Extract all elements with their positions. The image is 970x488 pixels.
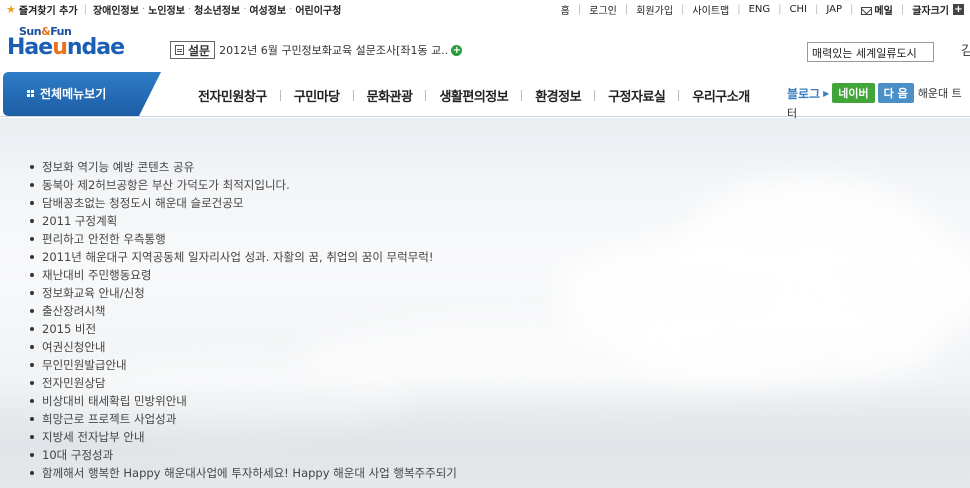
site-logo[interactable]: Sun&Fun Haeundae [7,25,125,65]
list-item[interactable]: 담배꽁초없는 청정도시 해운대 슬로건공모 [30,194,457,212]
link-youth-info[interactable]: 청소년정보 [194,2,240,17]
chinese-link[interactable]: CHI [790,4,807,15]
sitemap-link[interactable]: 사이트맵 [692,2,729,17]
menu-culture-tour[interactable]: 문화관광 [354,86,426,105]
blog-label: 블로그 [787,86,821,101]
naver-button[interactable]: 네이버 [832,83,875,103]
mail-link[interactable]: 메일 [861,2,893,17]
blog-title-wrap: 터 [787,107,798,120]
content-link-list: 정보화 역기능 예방 콘텐츠 공유 동북아 제2허브공항은 부산 가덕도가 최적… [30,158,457,482]
mail-icon [861,7,873,15]
list-item[interactable]: 전자민원상담 [30,374,457,392]
list-item[interactable]: 여권신청안내 [30,338,457,356]
blog-title[interactable]: 해운대 트 [918,85,962,101]
bullet-icon [30,327,34,331]
bullet-icon [30,201,34,205]
japanese-link[interactable]: JAP [826,4,842,15]
list-item[interactable]: 희망근로 프로젝트 사업성과 [30,410,457,428]
bullet-icon [30,219,34,223]
list-item[interactable]: 정보화교육 안내/신청 [30,284,457,302]
bullet-icon [30,183,34,187]
home-link[interactable]: 홈 [561,2,570,17]
menu-living-info[interactable]: 생활편의정보 [426,86,521,105]
menu-about[interactable]: 우리구소개 [679,86,762,105]
list-item[interactable]: 출산장려시책 [30,302,457,320]
list-item[interactable]: 지방세 전자납부 안내 [30,428,457,446]
list-item[interactable]: 2011 구정계획 [30,212,457,230]
link-women-info[interactable]: 여성정보 [249,2,286,17]
document-icon [175,45,184,55]
login-link[interactable]: 로그인 [589,2,617,17]
list-item[interactable]: 재난대비 주민행동요령 [30,266,457,284]
arrow-right-icon: ▶ [823,88,830,98]
bullet-icon [30,345,34,349]
main-nav: 전체메뉴보기 전자민원창구 구민마당 문화관광 생활편의정보 환경정보 구정자료… [0,72,970,117]
menu-civil-service[interactable]: 전자민원창구 [185,86,280,105]
menu-environment[interactable]: 환경정보 [522,86,594,105]
bullet-icon [30,237,34,241]
bookmark-link[interactable]: 즐겨찾기 추가 [19,2,78,17]
menu-residents[interactable]: 구민마당 [281,86,353,105]
list-item[interactable]: 2011년 해운대구 지역공동체 일자리사업 성과. 자활의 꿈, 취업의 꿈이… [30,248,457,266]
survey-tag: 설문 [170,41,216,59]
slogan-cut-text: 김 [961,44,970,59]
blog-links: 블로그 ▶ 네이버 다 음 해운대 트 [787,83,962,103]
list-item[interactable]: 편리하고 안전한 우측통행 [30,230,457,248]
more-plus-icon[interactable]: + [451,44,463,56]
slogan-box: 매력있는 세계일류도시 [807,42,934,62]
survey-link[interactable]: 2012년 6월 구민정보화교육 설문조사[좌1동 교.. [219,42,448,58]
font-size-control: 글자크기 [912,6,949,17]
all-menu-button[interactable]: 전체메뉴보기 [3,72,161,116]
list-item[interactable]: 무인민원발급안내 [30,356,457,374]
bullet-icon [30,273,34,277]
link-kids-office[interactable]: 어린이구청 [295,2,341,17]
bullet-icon [30,453,34,457]
signup-link[interactable]: 회원가입 [636,2,673,17]
list-item[interactable]: 비상대비 태세확립 민방위안내 [30,392,457,410]
bullet-icon [30,417,34,421]
menu-archive[interactable]: 구정자료실 [595,86,678,105]
list-item[interactable]: 동북아 제2허브공항은 부산 가덕도가 최적지입니다. [30,176,457,194]
list-item[interactable]: 2015 비전 [30,320,457,338]
bullet-icon [30,363,34,367]
list-item[interactable]: 함께해서 행복한 Happy 해운대사업에 투자하세요! Happy 해운대 사… [30,464,457,482]
utility-bar: ★ 즐겨찾기 추가 | 장애인정보 · 노인정보 · 청소년정보 · 여성정보 … [6,2,964,17]
bullet-icon [30,255,34,259]
link-disabled-info[interactable]: 장애인정보 [93,2,139,17]
english-link[interactable]: ENG [749,4,771,15]
font-increase-icon[interactable]: + [953,4,964,15]
bullet-icon [30,165,34,169]
list-item[interactable]: 정보화 역기능 예방 콘텐츠 공유 [30,158,457,176]
survey-ticker: 설문 2012년 6월 구민정보화교육 설문조사[좌1동 교.. + [170,41,463,59]
bullet-icon [30,291,34,295]
link-senior-info[interactable]: 노인정보 [148,2,185,17]
daum-button[interactable]: 다 음 [877,83,914,103]
bullet-icon [30,399,34,403]
grid-menu-icon [27,90,34,97]
menu-list: 전자민원창구 구민마당 문화관광 생활편의정보 환경정보 구정자료실 우리구소개 [185,86,763,105]
star-icon: ★ [6,3,16,16]
bullet-icon [30,309,34,313]
bullet-icon [30,471,34,475]
bullet-icon [30,435,34,439]
list-item[interactable]: 10대 구정성과 [30,446,457,464]
bullet-icon [30,381,34,385]
